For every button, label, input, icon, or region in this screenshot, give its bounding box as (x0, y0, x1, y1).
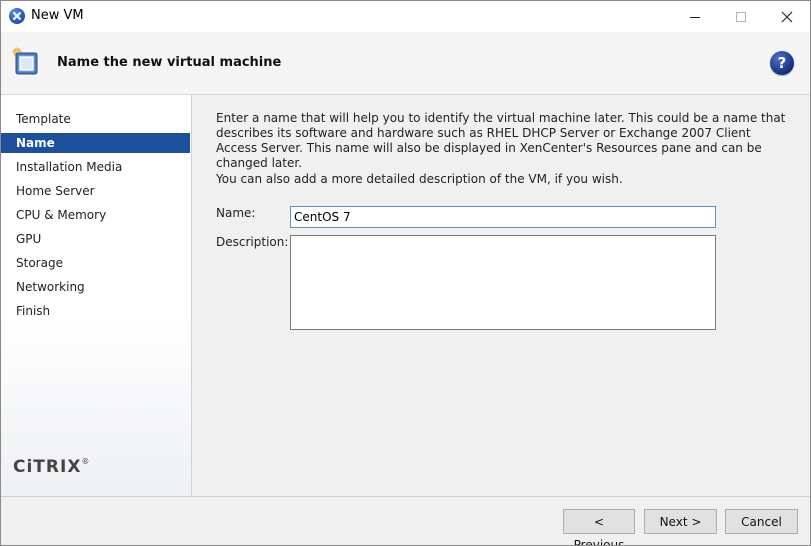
description-label: Description: (216, 235, 289, 249)
sidebar-item-networking[interactable]: Networking (1, 277, 190, 297)
page-title: Name the new virtual machine (57, 55, 282, 70)
minimize-button[interactable] (672, 1, 718, 32)
minimize-icon (690, 16, 700, 18)
wizard-footer: < Previous Next > Cancel (1, 496, 810, 545)
sidebar-item-storage[interactable]: Storage (1, 253, 190, 273)
xencenter-app-icon (9, 8, 25, 24)
new-vm-window: New VM Name the new virtual machine ? Te… (0, 0, 811, 546)
vm-name-input[interactable] (290, 206, 716, 228)
name-label: Name: (216, 206, 256, 220)
vm-wizard-icon (11, 46, 38, 75)
sidebar-item-template[interactable]: Template (1, 109, 190, 129)
intro-text: Enter a name that will help you to ident… (216, 111, 786, 170)
vm-description-input[interactable] (290, 235, 716, 330)
sidebar-item-name[interactable]: Name (1, 133, 190, 153)
citrix-logo-text: CiTRIX (13, 457, 82, 477)
maximize-icon (736, 11, 746, 22)
sidebar-item-installation-media[interactable]: Installation Media (1, 157, 190, 177)
maximize-button[interactable] (718, 1, 764, 32)
help-icon[interactable]: ? (770, 51, 794, 75)
next-button[interactable]: Next > (644, 509, 717, 534)
previous-button[interactable]: < Previous (563, 509, 635, 545)
sidebar-item-cpu-memory[interactable]: CPU & Memory (1, 205, 190, 225)
sidebar-item-home-server[interactable]: Home Server (1, 181, 190, 201)
close-button[interactable] (764, 1, 810, 32)
wizard-steps-sidebar: Template Name Installation Media Home Se… (1, 95, 192, 496)
description-hint-text: You can also add a more detailed descrip… (216, 172, 623, 186)
close-icon (781, 11, 793, 22)
sidebar-item-finish[interactable]: Finish (1, 301, 190, 321)
sidebar-item-gpu[interactable]: GPU (1, 229, 190, 249)
window-title: New VM (31, 8, 84, 23)
citrix-logo: CiTRIX® (13, 457, 90, 477)
wizard-header: Name the new virtual machine ? (1, 32, 810, 95)
citrix-registered-mark: ® (81, 457, 91, 466)
title-bar: New VM (1, 1, 810, 32)
name-page-content: Enter a name that will help you to ident… (192, 95, 810, 496)
cancel-button[interactable]: Cancel (725, 509, 798, 534)
